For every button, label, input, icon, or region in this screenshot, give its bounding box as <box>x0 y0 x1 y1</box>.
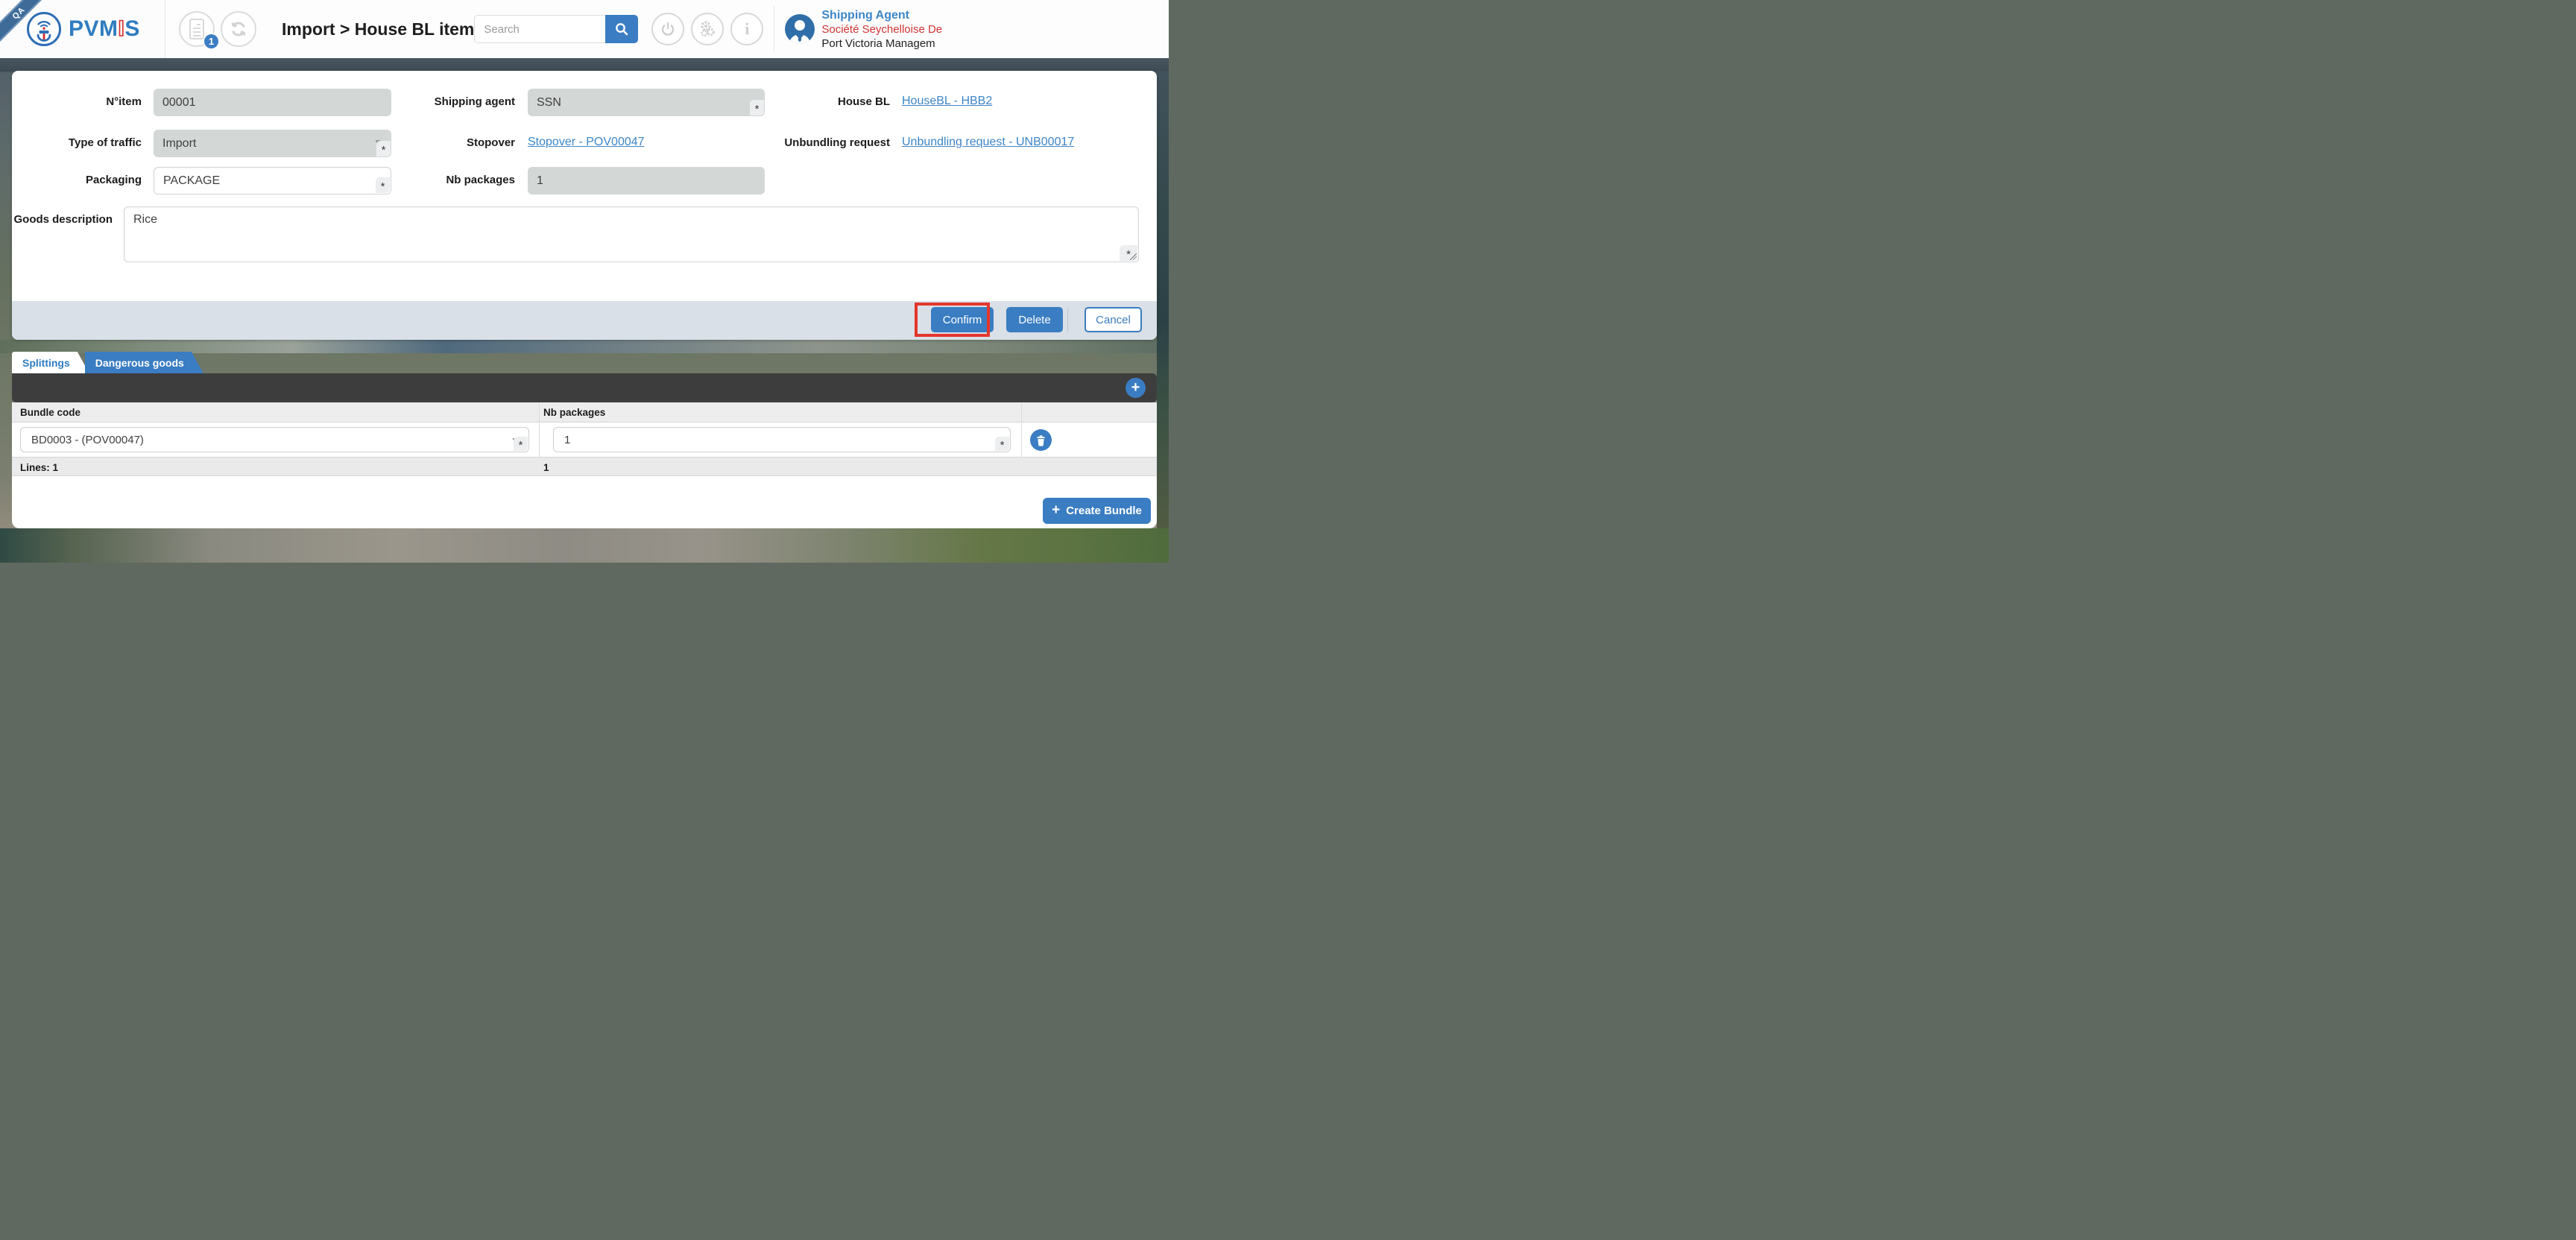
qa-label: QA <box>10 4 27 22</box>
info-icon: i <box>745 19 750 38</box>
brand-section: QA PVMIS <box>0 0 165 58</box>
wordmark-s: S <box>124 16 140 41</box>
column-header-nb-packages: Nb packages <box>543 407 606 418</box>
refresh-icon <box>231 22 246 37</box>
packaging-label: Packaging <box>85 174 142 186</box>
table-row: ▼ * * <box>12 423 1157 457</box>
shipping-agent-field: * <box>528 89 765 116</box>
packaging-input[interactable] <box>154 168 391 194</box>
required-asterisk: * <box>376 141 391 156</box>
row-nb-packages-input[interactable] <box>554 428 1010 452</box>
tab-splittings[interactable]: Splittings <box>12 352 89 373</box>
trash-icon <box>1037 434 1045 446</box>
splittings-table: Bundle code Nb packages ▼ * * <box>12 402 1157 528</box>
delete-button[interactable]: Delete <box>1006 307 1063 332</box>
required-asterisk: * <box>750 100 764 116</box>
cancel-button[interactable]: Cancel <box>1085 307 1142 332</box>
search-button[interactable] <box>605 15 639 43</box>
anchor-wifi-logo-glyph <box>37 21 51 42</box>
form-action-bar: Confirm Delete Cancel <box>12 301 1157 340</box>
nb-packages-total: 1 <box>543 461 549 473</box>
required-asterisk: * <box>995 437 1009 452</box>
pvmis-logo-icon[interactable] <box>27 12 61 46</box>
n-item-input <box>154 89 391 116</box>
column-divider <box>539 402 540 423</box>
stopover-link[interactable]: Stopover - POV00047 <box>528 136 645 149</box>
photo-left-strip <box>0 58 12 563</box>
refresh-button[interactable] <box>221 11 256 47</box>
house-bl-link[interactable]: HouseBL - HBB2 <box>902 95 992 108</box>
splittings-toolbar: + <box>12 373 1157 402</box>
stopover-label: Stopover <box>466 136 515 149</box>
document-icon <box>189 19 204 39</box>
info-button[interactable]: i <box>730 13 764 45</box>
table-summary-row: Lines: 1 1 <box>12 457 1157 476</box>
create-bundle-label: Create Bundle <box>1066 504 1142 517</box>
user-role: Shipping Agent <box>821 8 909 22</box>
photo-bottom-strip <box>0 528 1169 563</box>
packaging-field: * <box>154 167 391 194</box>
bundle-code-value[interactable] <box>21 428 528 452</box>
search-icon <box>616 23 628 36</box>
global-search <box>474 15 639 43</box>
house-bl-item-form-panel: N°item Shipping agent * House BL HouseBL… <box>12 71 1157 340</box>
action-bar-divider <box>1067 309 1068 332</box>
person-icon <box>789 20 811 44</box>
top-header-bar: QA PVMIS 1 Import > House BL item Search… <box>0 0 1169 58</box>
goods-description-textarea[interactable]: Rice <box>124 207 1138 262</box>
detail-tabs: Splittings Dangerous goods <box>12 352 203 373</box>
resize-handle[interactable] <box>1130 253 1137 260</box>
bundle-code-select[interactable]: ▼ * <box>20 427 529 452</box>
shipping-agent-label: Shipping agent <box>434 95 515 108</box>
wordmark-pvm: PVM <box>69 16 119 41</box>
table-header-row: Bundle code Nb packages <box>12 402 1157 423</box>
n-item-field <box>154 89 391 116</box>
nb-packages-label: Nb packages <box>446 174 515 186</box>
unbundling-request-link[interactable]: Unbundling request - UNB00017 <box>902 136 1074 149</box>
add-splitting-button[interactable]: + <box>1126 378 1146 398</box>
user-identity: Shipping Agent Société Seychelloise De P… <box>821 8 942 51</box>
row-nb-packages-field: * <box>553 427 1011 452</box>
plus-icon: + <box>1052 502 1061 518</box>
user-menu[interactable]: Shipping Agent Société Seychelloise De P… <box>785 8 1169 51</box>
tab-dangerous-goods[interactable]: Dangerous goods <box>85 352 203 373</box>
column-divider <box>1021 423 1022 457</box>
required-asterisk: * <box>376 177 390 193</box>
column-header-bundle-code: Bundle code <box>20 407 81 418</box>
open-documents-button[interactable]: 1 <box>179 11 220 50</box>
shipping-agent-input <box>528 89 765 116</box>
n-item-label: N°item <box>106 95 142 108</box>
user-organisation: Port Victoria Managem <box>821 37 935 50</box>
type-of-traffic-value <box>154 130 391 157</box>
search-input[interactable] <box>474 15 606 43</box>
user-company: Société Seychelloise De <box>821 22 943 36</box>
brand-wordmark: PVMIS <box>69 16 140 42</box>
lines-count: Lines: 1 <box>20 461 59 473</box>
unbundling-request-label: Unbundling request <box>784 136 890 149</box>
create-bundle-button[interactable]: + Create Bundle <box>1043 498 1151 524</box>
power-icon <box>662 22 675 36</box>
gears-icon <box>701 21 716 37</box>
document-count-badge: 1 <box>203 33 220 50</box>
confirm-button[interactable]: Confirm <box>931 307 994 332</box>
type-of-traffic-select: ▼ * <box>154 130 391 157</box>
photo-right-strip <box>1157 71 1169 528</box>
pvmis-app: QA PVMIS 1 Import > House BL item Search… <box>0 0 1169 563</box>
logout-button[interactable] <box>651 13 685 45</box>
column-divider <box>539 423 540 457</box>
table-footer: + Create Bundle <box>12 476 1157 528</box>
plus-icon: + <box>1131 379 1140 396</box>
nb-packages-field <box>528 167 765 194</box>
type-of-traffic-label: Type of traffic <box>68 136 142 149</box>
goods-description-label: Goods description <box>13 213 113 226</box>
avatar <box>785 14 815 44</box>
house-bl-label: House BL <box>837 95 890 108</box>
delete-row-button[interactable] <box>1030 429 1052 451</box>
settings-button[interactable] <box>691 13 724 45</box>
nb-packages-input <box>528 167 765 194</box>
column-divider <box>1021 402 1022 423</box>
page-title: Import > House BL item <box>282 19 475 39</box>
required-asterisk: * <box>514 437 528 452</box>
goods-description-field: Rice * <box>124 206 1139 262</box>
